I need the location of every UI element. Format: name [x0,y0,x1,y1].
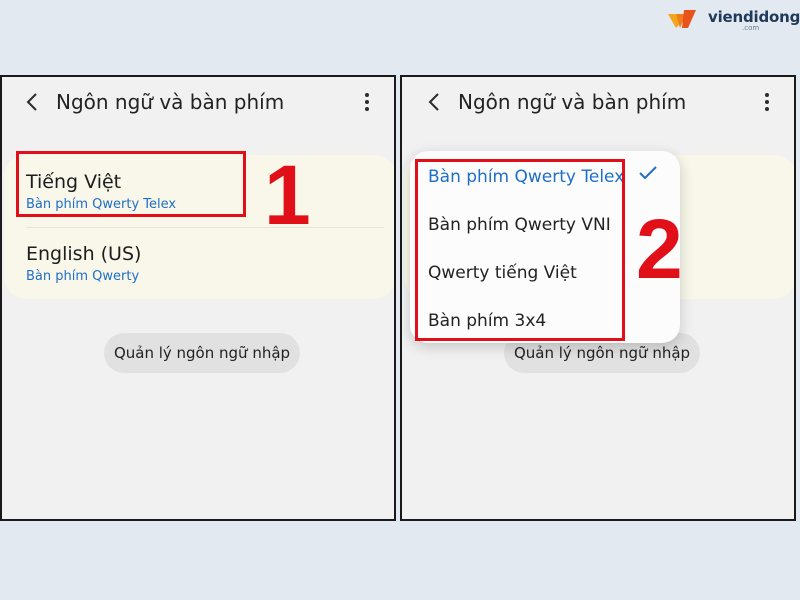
language-list: Tiếng Việt Bàn phím Qwerty Telex English… [4,155,394,299]
brand-logo: viendidong .com [668,6,800,32]
step-number: 2 [636,202,683,296]
check-icon [639,166,657,180]
menu-item-qwerty-tieng-viet[interactable]: Qwerty tiếng Việt [428,263,577,283]
step-number: 1 [264,148,311,242]
brand-logo-icon [668,10,696,28]
more-vertical-icon[interactable] [762,91,772,113]
page-title: Ngôn ngữ và bàn phím [56,90,285,114]
more-vertical-icon[interactable] [362,91,372,113]
language-keyboard: Bàn phím Qwerty [26,269,140,284]
list-item-tieng-viet[interactable]: Tiếng Việt Bàn phím Qwerty Telex [26,171,176,212]
right-screen: Ngôn ngữ và bàn phím Quản lý ngôn ngữ nh… [400,75,796,521]
chevron-left-icon[interactable] [22,91,44,113]
left-screen: Ngôn ngữ và bàn phím Tiếng Việt Bàn phím… [0,75,396,521]
brand-domain: .com [742,24,760,32]
chevron-left-icon[interactable] [424,91,446,113]
language-name: English (US) [26,243,142,265]
list-item-english-us[interactable]: English (US) Bàn phím Qwerty [26,243,141,284]
menu-item-qwerty-telex[interactable]: Bàn phím Qwerty Telex [428,167,624,187]
menu-item-3x4[interactable]: Bàn phím 3x4 [428,311,546,331]
language-keyboard: Bàn phím Qwerty Telex [26,197,177,212]
language-name: Tiếng Việt [26,171,122,193]
page-title: Ngôn ngữ và bàn phím [458,90,687,114]
manage-input-languages-button[interactable]: Quản lý ngôn ngữ nhập [104,333,300,373]
divider [26,227,384,228]
menu-item-qwerty-vni[interactable]: Bàn phím Qwerty VNI [428,215,611,235]
